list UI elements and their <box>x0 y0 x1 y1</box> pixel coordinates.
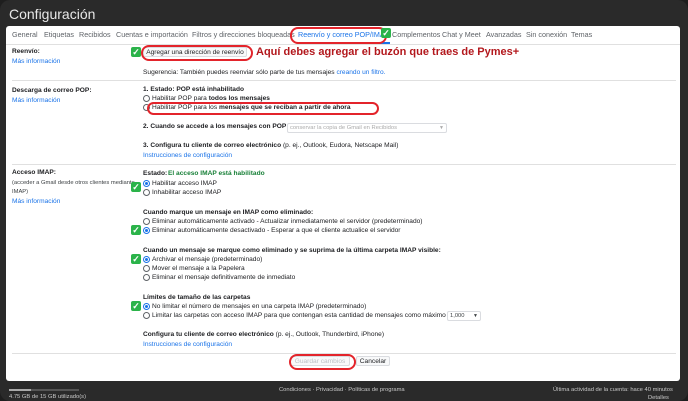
auto-expunge-on-radio[interactable] <box>143 218 150 225</box>
check-icon: ✓ <box>131 182 141 192</box>
check-icon: ✓ <box>131 254 141 264</box>
chevron-down-icon: ▼ <box>473 313 478 319</box>
footer: 4.75 GB de 15 GB utilizado(s) Condicione… <box>0 381 688 401</box>
window-title: Configuración <box>9 6 96 22</box>
highlight-add-forwarding <box>141 45 253 61</box>
tab-themes[interactable]: Temas <box>571 30 592 39</box>
forwarding-tip: Sugerencia: También puedes reenviar sólo… <box>143 69 386 76</box>
imap-disable-label: Inhabilitar acceso IMAP <box>152 189 222 196</box>
section-divider <box>12 80 676 81</box>
imap-config-instructions-link[interactable]: Instrucciones de configuración <box>143 341 232 348</box>
trash-radio[interactable] <box>143 265 150 272</box>
pop-heading: Descarga de correo POP: <box>12 87 92 94</box>
imap-subtitle-2: IMAP) <box>12 189 29 195</box>
last-activity: Última actividad de la cuenta: hace 40 m… <box>553 387 673 393</box>
tutorial-annotation: Aquí debes agregar el buzón que traes de… <box>256 46 520 58</box>
tab-offline[interactable]: Sin conexión <box>526 30 567 39</box>
delete-forever-label: Eliminar el mensaje definitivamente de i… <box>152 274 296 281</box>
folder-limit-select[interactable]: 1,000 ▼ <box>447 311 481 321</box>
pop-all-label: Habilitar POP para todos los mensajes <box>152 95 270 102</box>
check-icon: ✓ <box>131 47 141 57</box>
pop-status: 1. Estado: POP está inhabilitado <box>143 86 245 93</box>
check-icon: ✓ <box>381 28 391 38</box>
imap-status-value: El acceso IMAP está habilitado <box>168 170 265 177</box>
imap-client-config: Configura tu cliente de correo electróni… <box>143 331 385 338</box>
no-limit-label: No limitar el número de mensajes en una … <box>152 303 367 310</box>
archive-label: Archivar el mensaje (predeterminado) <box>152 256 263 263</box>
settings-content: Reenvío: Más información Agregar una dir… <box>6 44 680 381</box>
delete-forever-radio[interactable] <box>143 274 150 281</box>
storage-text: 4.75 GB de 15 GB utilizado(s) <box>9 394 87 400</box>
footer-links[interactable]: Condiciones · Privacidad · Políticas de … <box>279 387 405 393</box>
pop-config-instructions-link[interactable]: Instrucciones de configuración <box>143 152 232 159</box>
pop-access-question: 2. Cuando se accede a los mensajes con P… <box>143 123 287 130</box>
imap-status-label: Estado: <box>143 170 168 177</box>
trash-label: Mover el mensaje a la Papelera <box>152 265 245 272</box>
details-link[interactable]: Detalles <box>648 395 669 401</box>
imap-deleted-heading: Cuando marque un mensaje en IMAP como el… <box>143 209 314 216</box>
app-window: Configuración General Etiquetas Recibido… <box>0 0 688 401</box>
tab-addons[interactable]: Complementos <box>392 30 440 39</box>
tab-chat-meet[interactable]: Chat y Meet <box>442 30 481 39</box>
imap-expunge-heading: Cuando un mensaje se marque como elimina… <box>143 247 441 254</box>
cancel-button[interactable]: Cancelar <box>356 356 390 366</box>
section-divider <box>12 164 676 165</box>
imap-enable-label: Habilitar acceso IMAP <box>152 180 217 187</box>
highlight-pop-from-now <box>147 102 379 115</box>
forwarding-heading: Reenvío: <box>12 48 40 55</box>
auto-expunge-off-radio[interactable] <box>143 227 150 234</box>
imap-learn-more-link[interactable]: Más información <box>12 198 60 205</box>
create-filter-link[interactable]: creando un filtro. <box>336 69 385 76</box>
storage-bar-fill <box>9 389 32 391</box>
tab-general[interactable]: General <box>12 30 38 39</box>
tab-advanced[interactable]: Avanzadas <box>486 30 521 39</box>
auto-expunge-on-label: Eliminar automáticamente activado - Actu… <box>152 218 423 225</box>
auto-expunge-off-label: Eliminar automáticamente desactivado - E… <box>152 227 401 234</box>
chevron-down-icon: ▼ <box>439 125 444 131</box>
folder-limit-heading: Límites de tamaño de las carpetas <box>143 294 251 301</box>
pop-client-config: 3. Configura tu cliente de correo electr… <box>143 142 399 149</box>
highlight-forwarding-tab <box>290 27 387 44</box>
storage-bar <box>9 389 79 391</box>
pop-all-radio[interactable] <box>143 95 150 102</box>
archive-radio[interactable] <box>143 256 150 263</box>
settings-panel: General Etiquetas Recibidos Cuentas e im… <box>6 26 680 381</box>
tab-accounts[interactable]: Cuentas e importación <box>116 30 188 39</box>
imap-disable-radio[interactable] <box>143 189 150 196</box>
pop-access-select[interactable]: conservar la copia de Gmail en Recibidos… <box>287 123 447 133</box>
limit-label: Limitar las carpetas con acceso IMAP par… <box>152 312 446 319</box>
tab-inbox[interactable]: Recibidos <box>79 30 111 39</box>
forwarding-learn-more-link[interactable]: Más información <box>12 58 60 65</box>
check-icon: ✓ <box>131 225 141 235</box>
tab-labels[interactable]: Etiquetas <box>44 30 74 39</box>
imap-heading: Acceso IMAP: <box>12 169 56 176</box>
limit-radio[interactable] <box>143 312 150 319</box>
pop-learn-more-link[interactable]: Más información <box>12 97 60 104</box>
tab-filters[interactable]: Filtros y direcciones bloqueadas <box>192 30 295 39</box>
imap-subtitle: (acceder a Gmail desde otros clientes me… <box>12 180 135 186</box>
title-bar: Configuración <box>0 0 688 28</box>
check-icon: ✓ <box>131 301 141 311</box>
imap-enable-radio[interactable] <box>143 180 150 187</box>
highlight-save-button <box>289 354 356 370</box>
no-limit-radio[interactable] <box>143 303 150 310</box>
